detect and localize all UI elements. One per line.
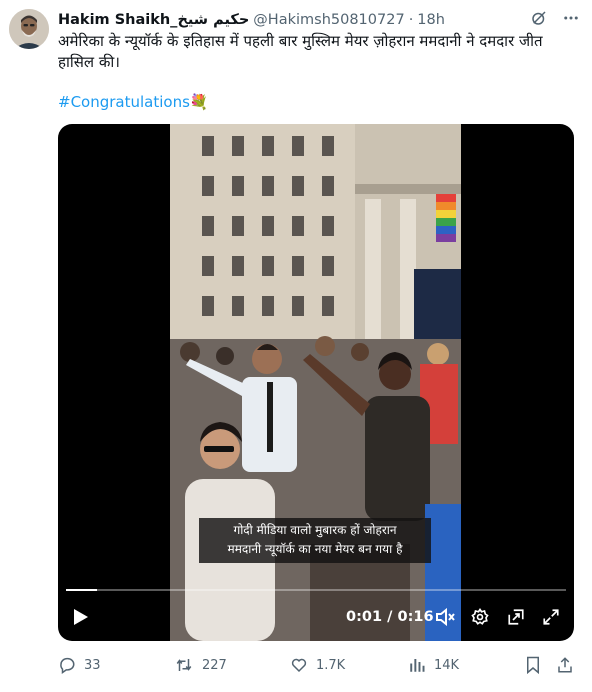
reply-button[interactable]: 33 <box>58 654 101 676</box>
display-name[interactable]: Hakim Shaikh_حكيم شيخ <box>58 12 249 28</box>
video-player[interactable]: गोदी मीडिया वालो मुबारक हों जोहरान ममदान… <box>58 124 574 641</box>
separator-dot: · <box>408 12 414 28</box>
avatar-photo <box>9 9 49 49</box>
user-handle[interactable]: @Hakimsh50810727 <box>253 12 404 28</box>
repost-icon <box>176 659 192 671</box>
view-count: 14K <box>434 657 460 673</box>
like-button[interactable]: 1.7K <box>290 654 345 676</box>
video-still <box>170 124 461 641</box>
tweet-text: अमेरिका के न्यूयॉर्क के इतिहास में पहली … <box>58 32 543 71</box>
time-readout: 0:01 / 0:16 <box>346 609 434 625</box>
repost-count: 227 <box>202 657 227 673</box>
more-icon[interactable] <box>562 9 580 27</box>
heart-icon <box>291 658 307 673</box>
like-count: 1.7K <box>316 657 346 673</box>
hashtag-line: #Congratulations💐 <box>58 91 209 113</box>
avatar[interactable] <box>9 9 49 49</box>
video-subtitle: गोदी मीडिया वालो मुबारक हों जोहरान ममदान… <box>199 518 431 563</box>
duration: 0:16 <box>397 609 434 625</box>
share-icon[interactable] <box>556 654 574 676</box>
reply-count: 33 <box>84 657 101 673</box>
bookmark-icon[interactable] <box>525 654 541 676</box>
grok-icon[interactable] <box>530 9 548 27</box>
muted-icon[interactable] <box>434 604 456 630</box>
fullscreen-icon[interactable] <box>540 604 562 630</box>
play-icon[interactable] <box>70 604 92 630</box>
tweet-header: Hakim Shaikh_حكيم شيخ @Hakimsh50810727 ·… <box>58 9 580 31</box>
time-separator: / <box>387 609 393 625</box>
picture-in-picture-icon[interactable] <box>505 604 527 630</box>
subtitle-line-2: ममदानी न्यूयॉर्क का नया मेयर बन गया है <box>227 542 403 556</box>
views-button[interactable]: 14K <box>408 654 459 676</box>
video-frame <box>170 124 461 641</box>
timestamp[interactable]: 18h <box>417 12 445 28</box>
views-icon <box>410 659 425 672</box>
bouquet-emoji: 💐 <box>189 93 209 111</box>
subtitle-line-1: गोदी मीडिया वालो मुबारक हों जोहरान <box>233 523 397 537</box>
current-time: 0:01 <box>346 609 383 625</box>
gear-icon[interactable] <box>469 604 491 630</box>
repost-button[interactable]: 227 <box>174 654 227 676</box>
reply-icon <box>60 657 75 674</box>
progress-fill <box>66 589 98 591</box>
hashtag-link[interactable]: #Congratulations <box>58 93 190 111</box>
tweet[interactable]: Hakim Shaikh_حكيم شيخ @Hakimsh50810727 ·… <box>0 0 592 692</box>
progress-bar[interactable] <box>66 589 566 591</box>
action-bar: 33 227 1.7K 14K <box>58 654 578 676</box>
